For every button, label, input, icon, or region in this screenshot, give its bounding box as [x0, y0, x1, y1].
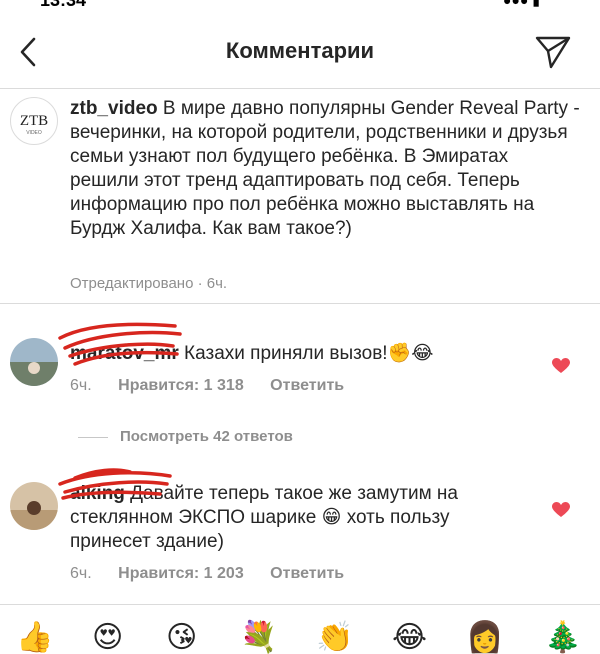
reply-button[interactable]: Ответить — [270, 377, 344, 394]
status-bar: 13:34 ●●● ▮ — [0, 0, 600, 10]
likes-count[interactable]: Нравится: 1 203 — [118, 565, 244, 582]
ztb-logo-icon: ZTB VIDEO — [20, 113, 48, 136]
emoji-laugh-button[interactable]: 😂 — [392, 623, 427, 653]
view-replies-button[interactable]: Посмотреть 42 ответов — [78, 428, 293, 445]
comment-meta: 6ч. Нравится: 1 318 Ответить — [70, 377, 366, 395]
comment-text: aiking Давайте теперь такое же замутим н… — [70, 482, 520, 554]
heart-icon[interactable] — [552, 502, 570, 518]
reply-button[interactable]: Ответить — [270, 565, 344, 582]
emoji-woman-button[interactable]: 👩 — [466, 623, 503, 653]
comment-text: maratov_mr Казахи приняли вызов!✊😂 — [70, 342, 520, 366]
comment-meta: 6ч. Нравится: 1 203 Ответить — [70, 565, 366, 583]
avatar[interactable] — [10, 338, 58, 386]
emoji-thumbs-up-button[interactable]: 👍 — [16, 623, 53, 653]
emoji-kiss-button[interactable]: 😘 — [166, 623, 197, 653]
paper-plane-icon — [535, 36, 571, 69]
likes-count[interactable]: Нравится: 1 318 — [118, 377, 244, 394]
avatar[interactable] — [10, 482, 58, 530]
avatar[interactable]: ZTB VIDEO — [10, 97, 58, 145]
svg-text:ZTB: ZTB — [20, 113, 48, 129]
comment-body: Казахи приняли вызов!✊😂 — [178, 343, 434, 364]
header: Комментарии — [0, 16, 600, 89]
comment-username[interactable]: maratov_mr — [70, 343, 179, 364]
page-title: Комментарии — [225, 38, 375, 63]
emoji-tree-button[interactable]: 🎄 — [544, 623, 581, 653]
heart-icon[interactable] — [552, 358, 570, 374]
emoji-quick-bar: 👍 😍 😘 💐 👏 😂 👩 🎄 — [0, 604, 600, 653]
status-indicators: ●●● ▮ — [503, 0, 540, 8]
avatar-photo-icon — [10, 338, 58, 386]
comment-username[interactable]: aiking — [70, 483, 125, 504]
emoji-clap-button[interactable]: 👏 — [316, 623, 353, 653]
caption-text: ztb_video В мире давно популярны Gender … — [70, 97, 580, 241]
caption-username[interactable]: ztb_video — [70, 98, 158, 119]
status-time: 13:34 — [40, 0, 87, 10]
comment-time: 6ч. — [70, 377, 92, 394]
caption-meta: Отредактировано · 6ч. — [70, 275, 228, 292]
comment-body: Давайте теперь такое же замутим на стекл… — [70, 483, 458, 552]
view-replies-label: Посмотреть 42 ответов — [120, 428, 293, 445]
caption-body: В мире давно популярны Gender Reveal Par… — [70, 98, 580, 239]
replies-divider — [78, 436, 108, 438]
emoji-heart-eyes-button[interactable]: 😍 — [92, 623, 123, 653]
comment-time: 6ч. — [70, 565, 92, 582]
emoji-bouquet-button[interactable]: 💐 — [240, 623, 277, 653]
svg-text:VIDEO: VIDEO — [26, 130, 42, 136]
avatar-photo-icon — [10, 482, 58, 530]
share-button[interactable] — [534, 34, 572, 70]
post-caption: ZTB VIDEO ztb_video В мире давно популяр… — [0, 89, 600, 304]
